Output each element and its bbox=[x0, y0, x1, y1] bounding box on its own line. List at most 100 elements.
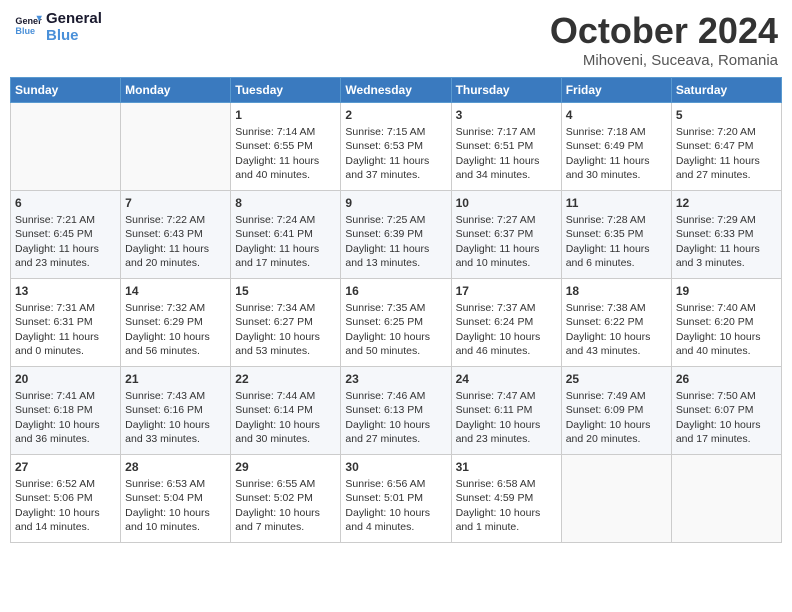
calendar-cell: 25 Sunrise: 7:49 AM Sunset: 6:09 PM Dayli… bbox=[561, 367, 671, 455]
day-number: 8 bbox=[235, 195, 336, 211]
day-number: 28 bbox=[125, 459, 226, 475]
calendar-cell: 24 Sunrise: 7:47 AM Sunset: 6:11 PM Dayli… bbox=[451, 367, 561, 455]
day-number: 9 bbox=[345, 195, 446, 211]
calendar-cell bbox=[561, 455, 671, 543]
day-number: 10 bbox=[456, 195, 557, 211]
month-title: October 2024 bbox=[550, 10, 778, 52]
day-info: Sunrise: 7:17 AM Sunset: 6:51 PM Dayligh… bbox=[456, 125, 557, 182]
calendar-cell: 30 Sunrise: 6:56 AM Sunset: 5:01 PM Dayli… bbox=[341, 455, 451, 543]
calendar-cell: 16 Sunrise: 7:35 AM Sunset: 6:25 PM Dayli… bbox=[341, 279, 451, 367]
day-number: 13 bbox=[15, 283, 116, 299]
day-info: Sunrise: 7:22 AM Sunset: 6:43 PM Dayligh… bbox=[125, 213, 226, 270]
calendar-cell: 26 Sunrise: 7:50 AM Sunset: 6:07 PM Dayli… bbox=[671, 367, 781, 455]
day-info: Sunrise: 7:38 AM Sunset: 6:22 PM Dayligh… bbox=[566, 301, 667, 358]
calendar-cell: 18Sunrise: 7:38 AM Sunset: 6:22 PM Dayli… bbox=[561, 279, 671, 367]
page-header: General Blue General Blue October 2024 M… bbox=[10, 10, 782, 69]
day-number: 7 bbox=[125, 195, 226, 211]
day-info: Sunrise: 7:27 AM Sunset: 6:37 PM Dayligh… bbox=[456, 213, 557, 270]
title-block: October 2024 Mihoveni, Suceava, Romania bbox=[550, 10, 778, 69]
calendar-cell: 6 Sunrise: 7:21 AM Sunset: 6:45 PM Daylig… bbox=[11, 191, 121, 279]
logo-blue-text: Blue bbox=[46, 27, 102, 44]
calendar-cell: 19 Sunrise: 7:40 AM Sunset: 6:20 PM Dayli… bbox=[671, 279, 781, 367]
day-info: Sunrise: 6:56 AM Sunset: 5:01 PM Dayligh… bbox=[345, 477, 446, 534]
day-info: Sunrise: 7:14 AM Sunset: 6:55 PM Dayligh… bbox=[235, 125, 336, 182]
day-info: Sunrise: 7:18 AM Sunset: 6:49 PM Dayligh… bbox=[566, 125, 667, 182]
calendar-cell: 29 Sunrise: 6:55 AM Sunset: 5:02 PM Dayli… bbox=[231, 455, 341, 543]
calendar-cell: 20 Sunrise: 7:41 AM Sunset: 6:18 PM Dayli… bbox=[11, 367, 121, 455]
calendar-cell: 31 Sunrise: 6:58 AM Sunset: 4:59 PM Dayli… bbox=[451, 455, 561, 543]
day-number: 26 bbox=[676, 371, 777, 387]
day-number: 22 bbox=[235, 371, 336, 387]
day-info: Sunrise: 7:28 AM Sunset: 6:35 PM Dayligh… bbox=[566, 213, 667, 270]
day-info: Sunrise: 7:34 AM Sunset: 6:27 PM Dayligh… bbox=[235, 301, 336, 358]
calendar-cell: 22 Sunrise: 7:44 AM Sunset: 6:14 PM Dayli… bbox=[231, 367, 341, 455]
calendar-cell: 14 Sunrise: 7:32 AM Sunset: 6:29 PM Dayli… bbox=[121, 279, 231, 367]
day-info: Sunrise: 7:25 AM Sunset: 6:39 PM Dayligh… bbox=[345, 213, 446, 270]
day-info: Sunrise: 7:46 AM Sunset: 6:13 PM Dayligh… bbox=[345, 389, 446, 446]
day-info: Sunrise: 7:49 AM Sunset: 6:09 PM Dayligh… bbox=[566, 389, 667, 446]
calendar-cell: 1 Sunrise: 7:14 AM Sunset: 6:55 PM Daylig… bbox=[231, 103, 341, 191]
calendar-cell bbox=[671, 455, 781, 543]
day-info: Sunrise: 7:21 AM Sunset: 6:45 PM Dayligh… bbox=[15, 213, 116, 270]
day-number: 2 bbox=[345, 107, 446, 123]
location-subtitle: Mihoveni, Suceava, Romania bbox=[550, 52, 778, 69]
day-info: Sunrise: 7:20 AM Sunset: 6:47 PM Dayligh… bbox=[676, 125, 777, 182]
day-number: 30 bbox=[345, 459, 446, 475]
calendar-cell: 4Sunrise: 7:18 AM Sunset: 6:49 PM Daylig… bbox=[561, 103, 671, 191]
day-info: Sunrise: 6:52 AM Sunset: 5:06 PM Dayligh… bbox=[15, 477, 116, 534]
day-info: Sunrise: 7:32 AM Sunset: 6:29 PM Dayligh… bbox=[125, 301, 226, 358]
calendar-cell: 9 Sunrise: 7:25 AM Sunset: 6:39 PM Daylig… bbox=[341, 191, 451, 279]
day-number: 3 bbox=[456, 107, 557, 123]
calendar-cell: 13Sunrise: 7:31 AM Sunset: 6:31 PM Dayli… bbox=[11, 279, 121, 367]
day-info: Sunrise: 7:41 AM Sunset: 6:18 PM Dayligh… bbox=[15, 389, 116, 446]
calendar-cell: 23Sunrise: 7:46 AM Sunset: 6:13 PM Dayli… bbox=[341, 367, 451, 455]
day-number: 21 bbox=[125, 371, 226, 387]
day-number: 5 bbox=[676, 107, 777, 123]
day-number: 31 bbox=[456, 459, 557, 475]
calendar-cell: 12 Sunrise: 7:29 AM Sunset: 6:33 PM Dayli… bbox=[671, 191, 781, 279]
weekday-header: Tuesday bbox=[231, 78, 341, 103]
calendar-cell: 17Sunrise: 7:37 AM Sunset: 6:24 PM Dayli… bbox=[451, 279, 561, 367]
day-number: 6 bbox=[15, 195, 116, 211]
weekday-header: Friday bbox=[561, 78, 671, 103]
day-number: 11 bbox=[566, 195, 667, 211]
day-info: Sunrise: 7:50 AM Sunset: 6:07 PM Dayligh… bbox=[676, 389, 777, 446]
day-number: 27 bbox=[15, 459, 116, 475]
calendar-cell: 10 Sunrise: 7:27 AM Sunset: 6:37 PM Dayli… bbox=[451, 191, 561, 279]
day-number: 19 bbox=[676, 283, 777, 299]
day-number: 12 bbox=[676, 195, 777, 211]
day-info: Sunrise: 6:53 AM Sunset: 5:04 PM Dayligh… bbox=[125, 477, 226, 534]
day-number: 25 bbox=[566, 371, 667, 387]
weekday-header: Thursday bbox=[451, 78, 561, 103]
day-number: 17 bbox=[456, 283, 557, 299]
day-info: Sunrise: 7:43 AM Sunset: 6:16 PM Dayligh… bbox=[125, 389, 226, 446]
day-number: 20 bbox=[15, 371, 116, 387]
day-info: Sunrise: 7:47 AM Sunset: 6:11 PM Dayligh… bbox=[456, 389, 557, 446]
day-info: Sunrise: 7:15 AM Sunset: 6:53 PM Dayligh… bbox=[345, 125, 446, 182]
calendar-cell: 8Sunrise: 7:24 AM Sunset: 6:41 PM Daylig… bbox=[231, 191, 341, 279]
day-info: Sunrise: 7:44 AM Sunset: 6:14 PM Dayligh… bbox=[235, 389, 336, 446]
day-info: Sunrise: 7:40 AM Sunset: 6:20 PM Dayligh… bbox=[676, 301, 777, 358]
day-number: 1 bbox=[235, 107, 336, 123]
weekday-header: Wednesday bbox=[341, 78, 451, 103]
day-info: Sunrise: 6:55 AM Sunset: 5:02 PM Dayligh… bbox=[235, 477, 336, 534]
day-number: 29 bbox=[235, 459, 336, 475]
weekday-header: Sunday bbox=[11, 78, 121, 103]
calendar-cell: 5 Sunrise: 7:20 AM Sunset: 6:47 PM Daylig… bbox=[671, 103, 781, 191]
day-info: Sunrise: 6:58 AM Sunset: 4:59 PM Dayligh… bbox=[456, 477, 557, 534]
day-number: 16 bbox=[345, 283, 446, 299]
logo: General Blue General Blue bbox=[14, 10, 102, 45]
day-number: 24 bbox=[456, 371, 557, 387]
calendar-cell: 2 Sunrise: 7:15 AM Sunset: 6:53 PM Daylig… bbox=[341, 103, 451, 191]
day-info: Sunrise: 7:29 AM Sunset: 6:33 PM Dayligh… bbox=[676, 213, 777, 270]
day-number: 14 bbox=[125, 283, 226, 299]
svg-text:Blue: Blue bbox=[15, 26, 35, 36]
calendar-cell: 7 Sunrise: 7:22 AM Sunset: 6:43 PM Daylig… bbox=[121, 191, 231, 279]
calendar-cell: 11 Sunrise: 7:28 AM Sunset: 6:35 PM Dayli… bbox=[561, 191, 671, 279]
calendar-cell bbox=[121, 103, 231, 191]
calendar-cell: 15Sunrise: 7:34 AM Sunset: 6:27 PM Dayli… bbox=[231, 279, 341, 367]
day-info: Sunrise: 7:35 AM Sunset: 6:25 PM Dayligh… bbox=[345, 301, 446, 358]
calendar-cell: 21 Sunrise: 7:43 AM Sunset: 6:16 PM Dayli… bbox=[121, 367, 231, 455]
logo-text: General bbox=[46, 10, 102, 27]
calendar-cell: 27 Sunrise: 6:52 AM Sunset: 5:06 PM Dayli… bbox=[11, 455, 121, 543]
